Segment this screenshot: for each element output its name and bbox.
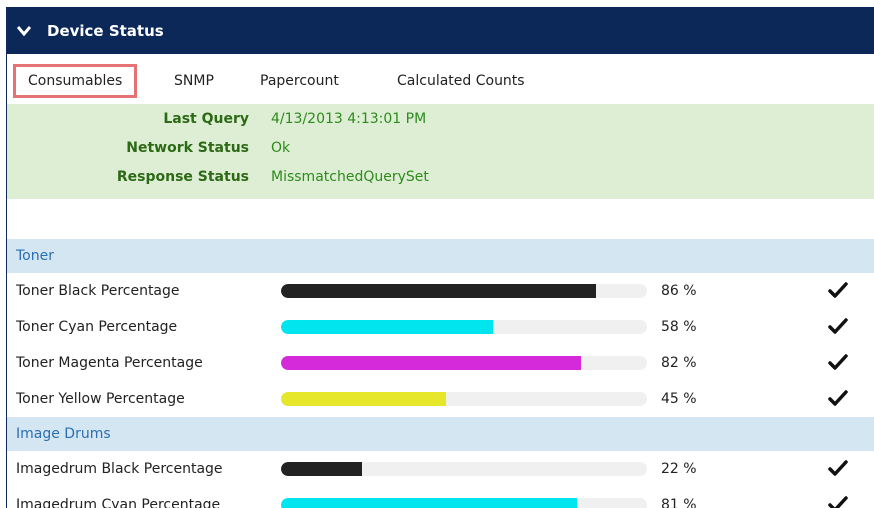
checkmark-icon	[828, 318, 848, 336]
tab-papercount[interactable]: Papercount	[260, 64, 339, 98]
consumable-name: Imagedrum Black Percentage	[16, 461, 223, 477]
checkmark-icon	[828, 460, 848, 478]
consumable-row: Toner Magenta Percentage 82 %	[7, 345, 874, 381]
consumable-row: Toner Yellow Percentage 45 %	[7, 381, 874, 417]
consumable-row: Toner Black Percentage 86 %	[7, 273, 874, 309]
info-value: 4/13/2013 4:13:01 PM	[271, 111, 427, 127]
consumable-name: Toner Black Percentage	[16, 283, 180, 299]
info-row-network-status: Network Status Ok	[7, 136, 874, 160]
device-status-panel: Device Status Consumables SNMP Papercoun…	[6, 7, 874, 508]
consumable-name: Toner Magenta Percentage	[16, 355, 203, 371]
checkmark-icon	[828, 354, 848, 372]
level-bar-fill	[281, 320, 494, 334]
info-value: MissmatchedQuerySet	[271, 169, 429, 185]
level-bar	[281, 320, 647, 334]
checkmark-icon	[828, 496, 848, 508]
level-bar-fill	[281, 284, 596, 298]
consumable-row: Toner Cyan Percentage 58 %	[7, 309, 874, 345]
section-header: Toner	[7, 239, 874, 273]
level-bar	[281, 392, 647, 406]
consumables-list: Toner Toner Black Percentage 86 % Toner Cya…	[7, 239, 874, 508]
level-bar-fill	[281, 392, 446, 406]
level-percent: 22 %	[661, 461, 697, 477]
consumable-name: Toner Yellow Percentage	[16, 391, 185, 407]
tab-consumables[interactable]: Consumables	[13, 64, 138, 98]
chevron-down-icon[interactable]	[17, 25, 37, 36]
checkmark-icon	[828, 390, 848, 408]
panel-title: Device Status	[47, 21, 164, 40]
level-bar-fill	[281, 356, 582, 370]
level-percent: 86 %	[661, 283, 697, 299]
checkmark-icon	[828, 282, 848, 300]
info-label: Network Status	[126, 140, 249, 156]
panel-header[interactable]: Device Status	[7, 7, 874, 54]
consumable-row: Imagedrum Black Percentage 22 %	[7, 451, 874, 487]
info-label: Response Status	[116, 169, 249, 185]
consumable-name: Imagedrum Cyan Percentage	[16, 497, 221, 508]
info-label: Last Query	[163, 111, 249, 127]
tab-snmp[interactable]: SNMP	[174, 64, 214, 98]
consumable-name: Toner Cyan Percentage	[16, 319, 178, 335]
level-percent: 82 %	[661, 355, 697, 371]
info-row-response-status: Response Status MissmatchedQuerySet	[7, 165, 874, 189]
level-bar	[281, 498, 647, 508]
spacer	[7, 199, 874, 239]
level-bar-fill	[281, 462, 362, 476]
level-bar	[281, 462, 647, 476]
level-percent: 45 %	[661, 391, 697, 407]
level-percent: 81 %	[661, 497, 697, 508]
section-header: Image Drums	[7, 417, 874, 451]
tab-bar: Consumables SNMP Papercount Calculated C…	[7, 54, 874, 104]
query-info: Last Query 4/13/2013 4:13:01 PM Network …	[7, 104, 874, 199]
level-percent: 58 %	[661, 319, 697, 335]
info-value: Ok	[271, 140, 291, 156]
level-bar	[281, 356, 647, 370]
level-bar-fill	[281, 498, 578, 508]
tab-calculated-counts[interactable]: Calculated Counts	[397, 64, 525, 98]
level-bar	[281, 284, 647, 298]
consumable-row: Imagedrum Cyan Percentage 81 %	[7, 487, 874, 508]
info-row-last-query: Last Query 4/13/2013 4:13:01 PM	[7, 107, 874, 131]
